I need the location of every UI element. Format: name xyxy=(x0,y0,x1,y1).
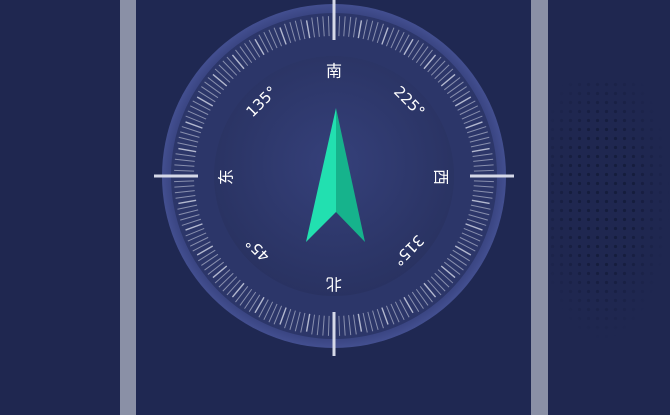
degree-tick xyxy=(174,169,195,172)
degree-tick xyxy=(327,315,330,336)
degree-tick xyxy=(338,16,341,37)
degree-tick xyxy=(338,315,341,336)
compass-dial: 南 225° 西 315° 北 45° 东 135° xyxy=(154,0,514,356)
degree-tick xyxy=(473,169,494,172)
label-north: 北 xyxy=(326,275,342,294)
degree-tick xyxy=(174,180,195,183)
label-west: 西 xyxy=(432,169,451,185)
degree-tick xyxy=(327,16,330,37)
label-east: 东 xyxy=(217,169,236,185)
label-south: 南 xyxy=(326,62,342,81)
degree-tick xyxy=(473,180,494,183)
